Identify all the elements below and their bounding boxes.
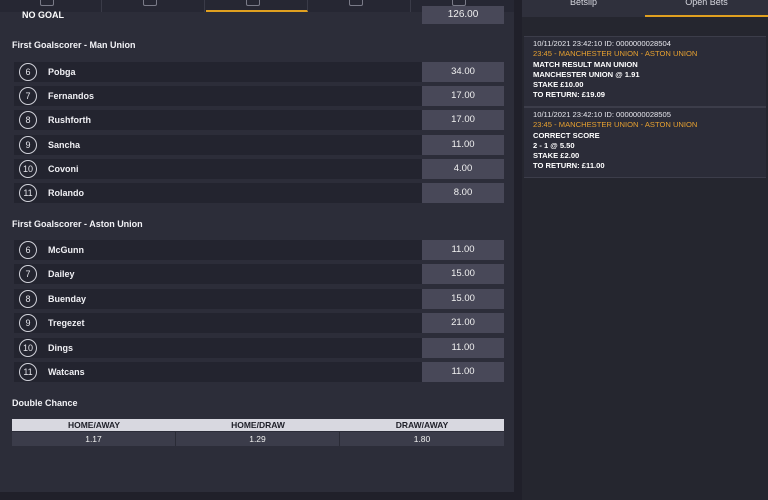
bet-to-return: TO RETURN: £11.00 xyxy=(533,161,605,171)
no-goal-row: NO GOAL 126.00 xyxy=(12,6,504,24)
double-chance-odds-button[interactable]: 1.29 xyxy=(176,432,340,446)
betslip-tabs: Betslip Open Bets xyxy=(522,0,768,17)
odds-button[interactable]: 11.00 xyxy=(422,338,504,358)
section-title-double-chance: Double Chance xyxy=(12,398,78,408)
odds-button[interactable]: 17.00 xyxy=(422,86,504,106)
bet-selection: MANCHESTER UNION @ 1.91 xyxy=(533,69,640,79)
player-row: 6 Pobga 34.00 xyxy=(14,62,504,82)
player-name: Pobga xyxy=(48,67,76,77)
shirt-number: 10 xyxy=(19,339,37,357)
player-name: Buenday xyxy=(48,294,87,304)
bet-selection: 2 - 1 @ 5.50 xyxy=(533,140,575,150)
odds-button[interactable]: 34.00 xyxy=(422,62,504,82)
odds-button[interactable]: 15.00 xyxy=(422,264,504,284)
odds-button[interactable]: 15.00 xyxy=(422,289,504,309)
player-row: 7 Fernandos 17.00 xyxy=(14,86,504,106)
odds-button[interactable]: 11.00 xyxy=(422,362,504,382)
double-chance-odds-button[interactable]: 1.17 xyxy=(12,432,176,446)
player-name: Watcans xyxy=(48,367,85,377)
tab-betslip[interactable]: Betslip xyxy=(522,0,645,17)
odds-button[interactable]: 21.00 xyxy=(422,313,504,333)
bet-market: MATCH RESULT MAN UNION xyxy=(533,59,638,69)
market-panel: NO GOAL 126.00 First Goalscorer - Man Un… xyxy=(0,0,514,492)
open-bet-card[interactable]: 10/11/2021 23:42:10 ID: 0000000028505 23… xyxy=(524,107,766,178)
shirt-number: 11 xyxy=(19,184,37,202)
odds-button[interactable]: 8.00 xyxy=(422,183,504,203)
double-chance-header: HOME/AWAY HOME/DRAW DRAW/AWAY xyxy=(12,419,504,431)
no-goal-label: NO GOAL xyxy=(22,10,64,20)
player-name: Rushforth xyxy=(48,115,91,125)
shirt-number: 6 xyxy=(19,241,37,259)
shirt-number: 7 xyxy=(19,265,37,283)
tab-open-bets[interactable]: Open Bets xyxy=(645,0,768,17)
odds-button[interactable]: 11.00 xyxy=(422,135,504,155)
player-row: 11 Rolando 8.00 xyxy=(14,183,504,203)
player-row: 11 Watcans 11.00 xyxy=(14,362,504,382)
player-row: 9 Tregezet 21.00 xyxy=(14,313,504,333)
bet-market: CORRECT SCORE xyxy=(533,130,600,140)
bet-stake: STAKE £2.00 xyxy=(533,151,580,161)
shirt-number: 9 xyxy=(19,314,37,332)
double-chance-odds: 1.17 1.29 1.80 xyxy=(12,432,504,446)
player-name: Dailey xyxy=(48,269,75,279)
double-chance-header-cell: HOME/DRAW xyxy=(231,420,285,430)
player-row: 8 Rushforth 17.00 xyxy=(14,110,504,130)
double-chance-header-cell: HOME/AWAY xyxy=(67,420,121,430)
bet-match: 23:45 - MANCHESTER UNION - ASTON UNION xyxy=(533,49,698,59)
bet-stake: STAKE £10.00 xyxy=(533,80,584,90)
shirt-number: 6 xyxy=(19,63,37,81)
player-name: Rolando xyxy=(48,188,84,198)
player-row: 6 McGunn 11.00 xyxy=(14,240,504,260)
shirt-number: 10 xyxy=(19,160,37,178)
odds-button[interactable]: 11.00 xyxy=(422,240,504,260)
double-chance-header-cell: DRAW/AWAY xyxy=(395,420,449,430)
no-goal-odds-button[interactable]: 126.00 xyxy=(422,6,504,24)
player-name: Tregezet xyxy=(48,318,85,328)
player-name: Covoni xyxy=(48,164,79,174)
player-row: 8 Buenday 15.00 xyxy=(14,289,504,309)
odds-button[interactable]: 17.00 xyxy=(422,110,504,130)
player-name: Dings xyxy=(48,343,74,353)
shirt-number: 9 xyxy=(19,136,37,154)
shirt-number: 8 xyxy=(19,111,37,129)
section-title-aston-union: First Goalscorer - Aston Union xyxy=(12,219,143,229)
shirt-number: 8 xyxy=(19,290,37,308)
player-name: Sancha xyxy=(48,140,81,150)
player-name: Fernandos xyxy=(48,91,95,101)
player-row: 7 Dailey 15.00 xyxy=(14,264,504,284)
odds-button[interactable]: 4.00 xyxy=(422,159,504,179)
open-bet-card[interactable]: 10/11/2021 23:42:10 ID: 0000000028504 23… xyxy=(524,36,766,107)
bet-match: 23:45 - MANCHESTER UNION - ASTON UNION xyxy=(533,120,698,130)
player-row: 10 Dings 11.00 xyxy=(14,338,504,358)
player-row: 10 Covoni 4.00 xyxy=(14,159,504,179)
bet-meta: 10/11/2021 23:42:10 ID: 0000000028504 xyxy=(533,39,671,48)
player-name: McGunn xyxy=(48,245,84,255)
player-row: 9 Sancha 11.00 xyxy=(14,135,504,155)
double-chance-odds-button[interactable]: 1.80 xyxy=(340,432,504,446)
bet-meta: 10/11/2021 23:42:10 ID: 0000000028505 xyxy=(533,110,671,119)
shirt-number: 11 xyxy=(19,363,37,381)
section-title-man-union: First Goalscorer - Man Union xyxy=(12,40,136,50)
betslip-panel: Betslip Open Bets 10/11/2021 23:42:10 ID… xyxy=(522,0,768,500)
bet-to-return: TO RETURN: £19.09 xyxy=(533,90,606,100)
shirt-number: 7 xyxy=(19,87,37,105)
